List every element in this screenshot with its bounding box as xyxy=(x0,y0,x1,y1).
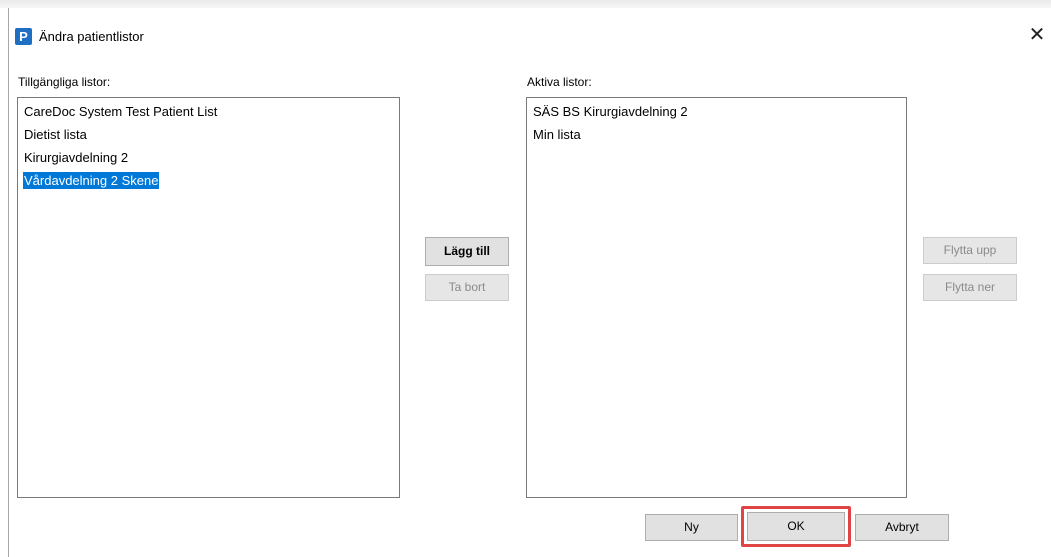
move-down-button[interactable]: Flytta ner xyxy=(923,274,1017,301)
available-lists-box[interactable]: CareDoc System Test Patient List Dietist… xyxy=(17,97,400,498)
cancel-button[interactable]: Avbryt xyxy=(855,514,949,541)
close-icon[interactable]: ✕ xyxy=(1024,22,1050,48)
move-up-button[interactable]: Flytta upp xyxy=(923,237,1017,264)
list-item[interactable]: Min lista xyxy=(527,123,906,146)
app-icon: P xyxy=(15,28,32,45)
list-item-selected[interactable]: Vårdavdelning 2 Skene xyxy=(18,169,399,192)
list-item[interactable]: CareDoc System Test Patient List xyxy=(18,100,399,123)
available-lists-label: Tillgängliga listor: xyxy=(18,75,111,89)
window-title: Ändra patientlistor xyxy=(39,29,144,44)
ok-button[interactable]: OK xyxy=(747,512,845,541)
list-item[interactable]: SÄS BS Kirurgiavdelning 2 xyxy=(527,100,906,123)
list-item[interactable]: Kirurgiavdelning 2 xyxy=(18,146,399,169)
window-left-border xyxy=(8,8,9,557)
list-item[interactable]: Dietist lista xyxy=(18,123,399,146)
active-lists-label: Aktiva listor: xyxy=(527,75,592,89)
active-lists-box[interactable]: SÄS BS Kirurgiavdelning 2 Min lista xyxy=(526,97,907,498)
add-button[interactable]: Lägg till xyxy=(425,237,509,266)
remove-button[interactable]: Ta bort xyxy=(425,274,509,301)
top-edge xyxy=(0,0,1051,8)
new-button[interactable]: Ny xyxy=(645,514,738,541)
